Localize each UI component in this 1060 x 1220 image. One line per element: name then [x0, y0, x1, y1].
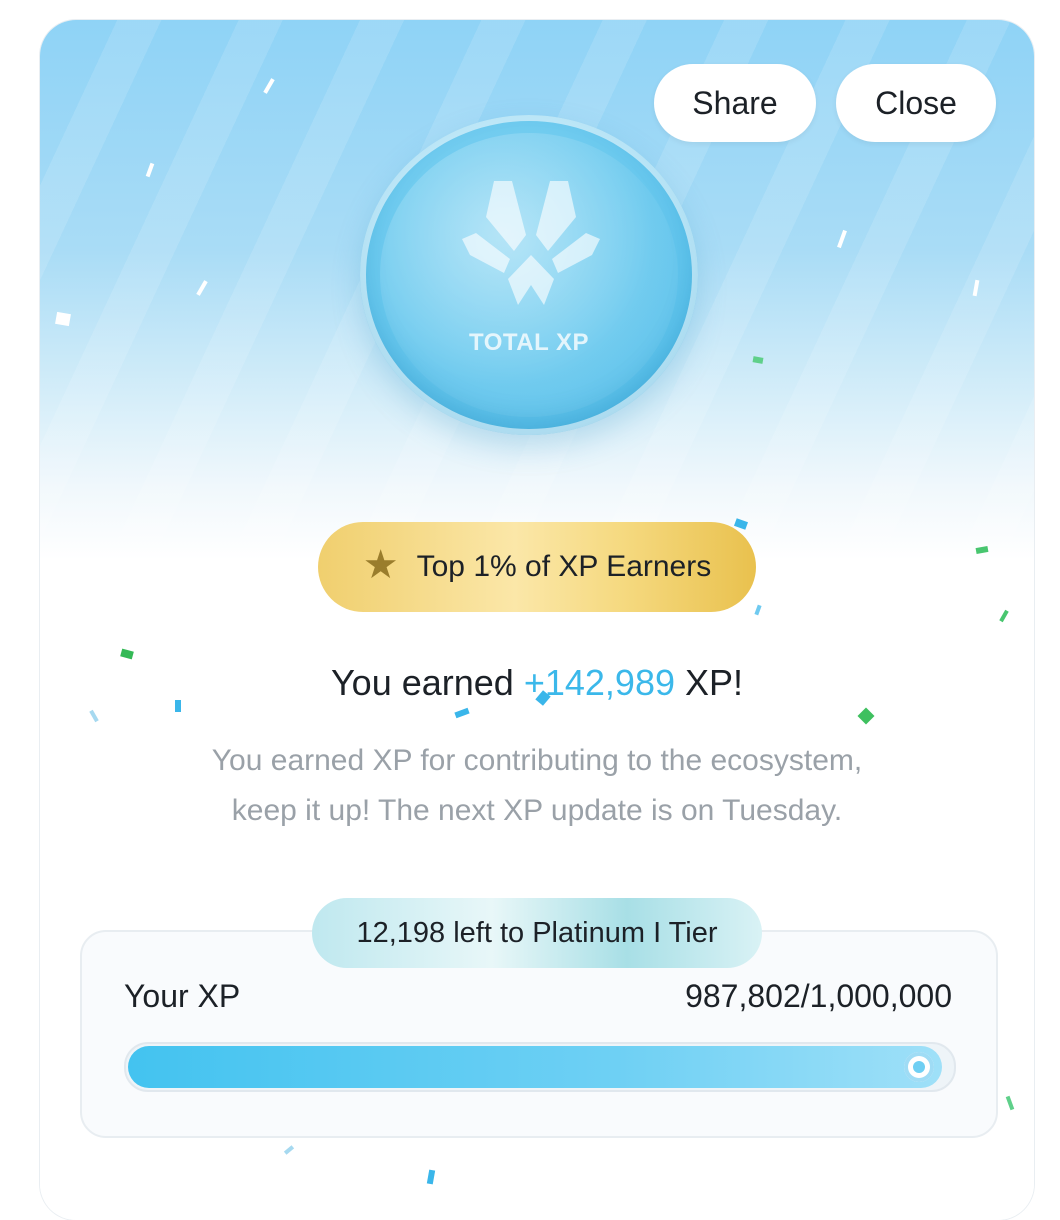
earned-amount: +142,989	[523, 662, 675, 703]
close-button[interactable]: Close	[836, 64, 996, 142]
star-icon: ★	[362, 543, 399, 587]
earned-prefix: You earned	[330, 662, 524, 703]
xp-progress-fill	[128, 1046, 942, 1088]
total-xp-coin: TOTAL XP	[360, 115, 698, 435]
top-earner-badge: ★ Top 1% of XP Earners	[318, 522, 756, 612]
earned-suffix: XP!	[674, 662, 744, 703]
your-xp-label: Your XP	[124, 978, 241, 1014]
share-button[interactable]: Share	[654, 64, 816, 142]
xp-value: 987,802/1,000,000	[685, 978, 952, 1014]
tier-remaining-pill: 12,198 left to Platinum I Tier	[312, 898, 762, 968]
description-line-2: keep it up! The next XP update is on Tue…	[231, 794, 843, 827]
coin-label: TOTAL XP	[468, 329, 589, 356]
earned-headline: You earned +142,989 XP!	[40, 662, 1034, 704]
earned-description: You earned XP for contributing to the ec…	[120, 736, 954, 836]
xp-reward-card: Share Close TOTAL XP ★ Top 1% of XP Earn…	[40, 20, 1034, 1220]
xp-progress-knob	[904, 1052, 934, 1082]
xp-logo-icon	[462, 181, 600, 305]
description-line-1: You earned XP for contributing to the ec…	[211, 744, 863, 777]
xp-progress-bar	[124, 1042, 956, 1092]
badge-text: Top 1% of XP Earners	[416, 550, 712, 583]
